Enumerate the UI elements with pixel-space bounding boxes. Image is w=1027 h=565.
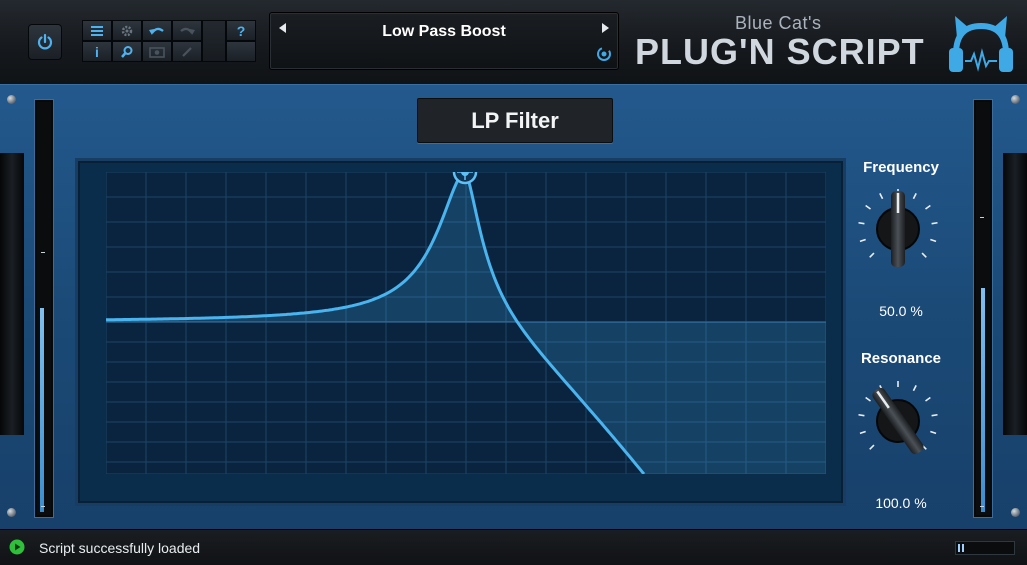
info-icon: i	[95, 45, 99, 59]
header: ? i Low Pass Boost Blue Cat's PLUG'N SCR…	[0, 0, 1027, 85]
snapshot-icon	[149, 46, 165, 58]
screw-icon	[1011, 508, 1020, 517]
right-side-rail	[1003, 153, 1027, 435]
preset-sync-icon[interactable]	[596, 46, 612, 62]
screw-icon	[1011, 95, 1020, 104]
headphones-cat-logo-icon	[949, 16, 1013, 72]
svg-text:?: ?	[237, 24, 246, 38]
knob-tick	[879, 192, 884, 200]
cpu-load-fill	[958, 544, 966, 552]
undo-button[interactable]	[142, 20, 172, 41]
settings-icon	[121, 25, 133, 36]
redo-icon	[180, 27, 195, 35]
redo-button[interactable]	[172, 20, 202, 41]
knob-pointer	[891, 191, 905, 267]
power-icon	[37, 33, 53, 50]
script-title-box: LP Filter	[417, 98, 613, 143]
power-button[interactable]	[28, 24, 62, 60]
frequency-knob[interactable]	[852, 183, 944, 275]
knob-tick	[865, 204, 871, 210]
knob-tick	[865, 396, 871, 402]
snapshot-button[interactable]	[142, 41, 172, 62]
knob-tick	[930, 238, 937, 243]
meter-tick	[41, 506, 45, 507]
frequency-value: 50.0 %	[879, 303, 923, 319]
cutoff-handle[interactable]	[452, 172, 478, 185]
knob-tick	[859, 430, 866, 435]
meter-tick	[980, 506, 984, 507]
undo-icon	[149, 27, 164, 35]
output-level-fill	[981, 288, 985, 512]
knob-tick	[869, 444, 875, 450]
frequency-label: Frequency	[863, 159, 939, 176]
settings-button[interactable]	[112, 20, 142, 41]
script-title: LP Filter	[471, 107, 559, 133]
brand-title: PLUG'N SCRIPT	[635, 31, 925, 72]
toolbar-empty-slot	[226, 41, 256, 62]
help-button[interactable]: ?	[226, 20, 256, 41]
resonance-value: 100.0 %	[875, 495, 927, 511]
knob-tick	[858, 413, 865, 417]
main-panel: LP Filter Frequency 50.0 % Resonance 100…	[0, 84, 1027, 529]
info-button[interactable]: i	[82, 41, 112, 62]
knob-tick	[912, 384, 917, 392]
knob-tick	[930, 430, 937, 435]
next-preset-arrow-icon[interactable]	[601, 23, 609, 33]
frequency-response-graph[interactable]	[106, 172, 826, 474]
left-side-rail	[0, 153, 24, 435]
status-bar: Script successfully loaded	[0, 529, 1027, 565]
output-level-meter	[974, 100, 992, 517]
knob-tick	[912, 192, 917, 200]
edit-button[interactable]	[172, 41, 202, 62]
knob-tick	[931, 221, 938, 225]
svg-text:i: i	[95, 45, 99, 59]
plugin-window: ? i Low Pass Boost Blue Cat's PLUG'N SCR…	[0, 0, 1027, 565]
knob-tick	[931, 413, 938, 417]
knob-tick	[859, 238, 866, 243]
knob-tick	[869, 252, 875, 258]
screw-icon	[7, 95, 16, 104]
toolbar-spacer	[202, 20, 226, 62]
input-level-meter	[35, 100, 53, 517]
search-button[interactable]	[112, 41, 142, 62]
help-icon: ?	[237, 24, 246, 38]
input-level-fill	[40, 308, 44, 512]
status-message: Script successfully loaded	[39, 540, 201, 556]
preset-name[interactable]: Low Pass Boost	[270, 23, 618, 41]
meter-tick	[980, 217, 984, 218]
knob-tick	[925, 204, 931, 210]
menu-icon	[91, 25, 103, 36]
preset-selector[interactable]: Low Pass Boost	[269, 12, 619, 70]
screw-icon	[7, 508, 16, 517]
cpu-load-meter	[955, 541, 1015, 555]
knob-tick	[921, 252, 927, 258]
filter-response-display	[75, 158, 846, 506]
meter-tick	[41, 252, 45, 253]
menu-button[interactable]	[82, 20, 112, 41]
resonance-label: Resonance	[860, 350, 942, 367]
play-status-icon	[9, 539, 25, 555]
knob-tick	[858, 221, 865, 225]
resonance-knob[interactable]	[852, 375, 944, 467]
knob-tick	[925, 396, 931, 402]
search-icon	[121, 45, 133, 58]
edit-icon	[182, 46, 192, 57]
